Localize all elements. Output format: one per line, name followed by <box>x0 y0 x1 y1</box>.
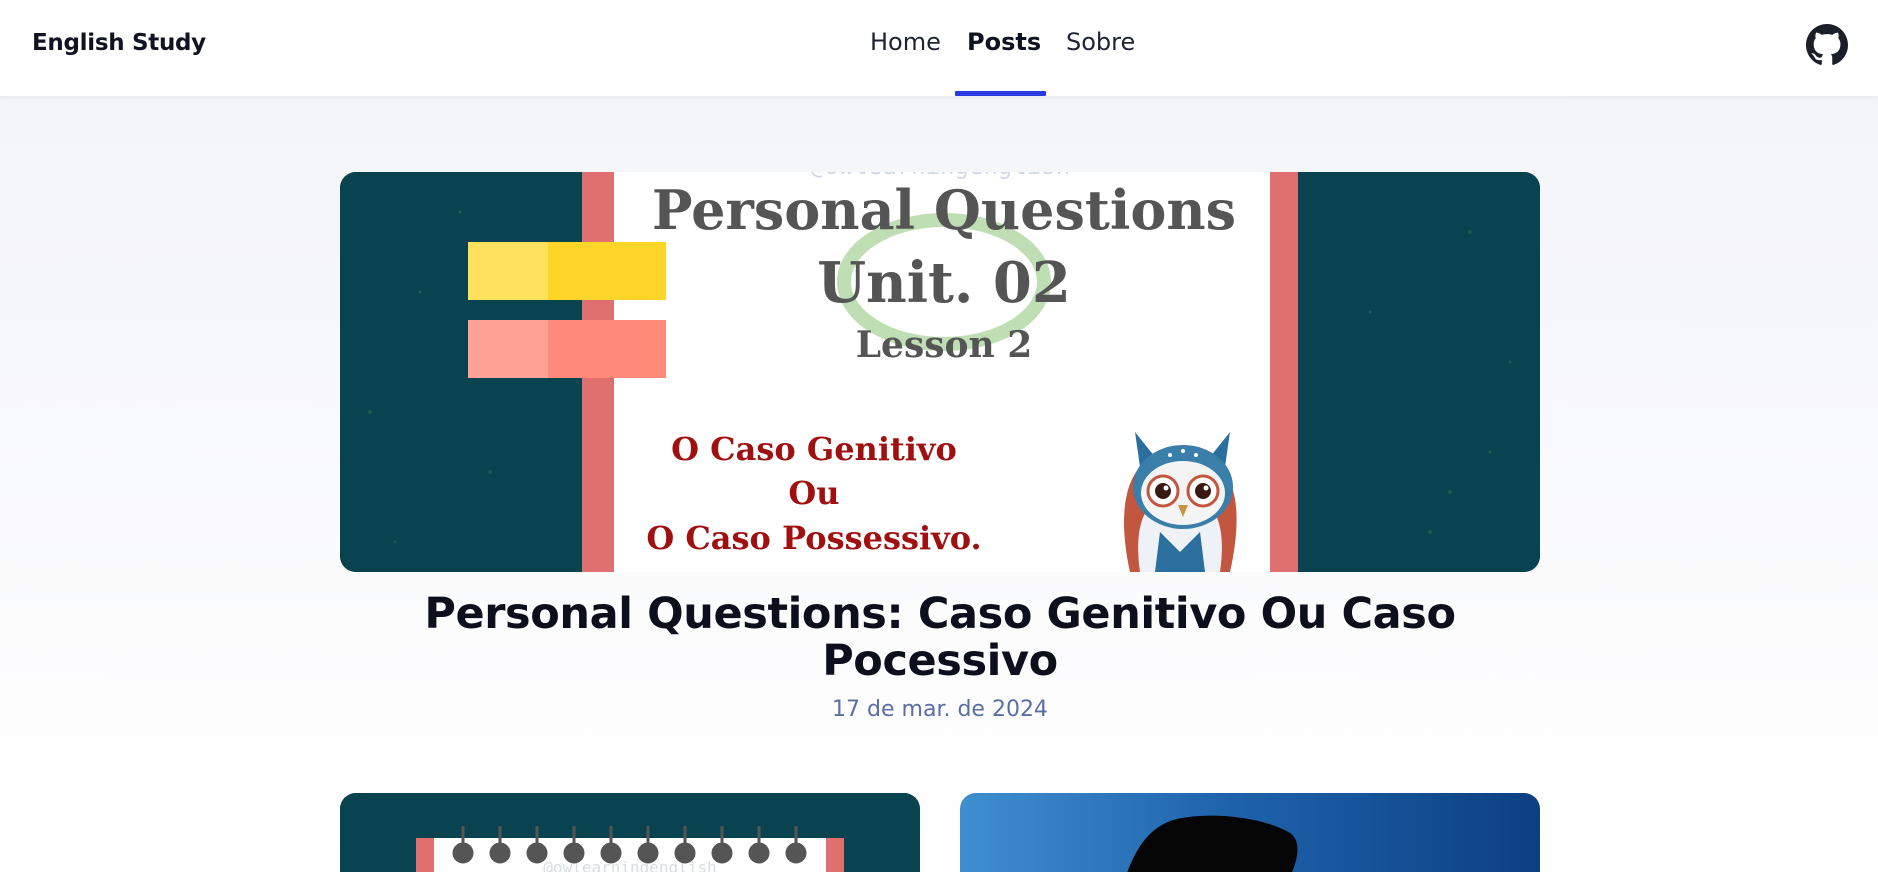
owl-mascot-icon <box>1124 432 1237 572</box>
image-title-line2: Unit. 02 <box>817 250 1071 316</box>
post-card-1-image[interactable]: @owlearningenglish <box>340 793 920 872</box>
image-red-line3: O Caso Possessivo. <box>646 519 981 557</box>
active-nav-indicator <box>955 91 1046 96</box>
image-red-line1: O Caso Genitivo <box>671 430 957 468</box>
github-icon <box>1806 24 1848 65</box>
nav-sobre-link[interactable]: Sobre <box>1066 28 1135 56</box>
image-red-line2: Ou <box>788 474 839 512</box>
main-nav: Home Posts Sobre <box>0 0 1878 97</box>
image-title-line1: Personal Questions <box>652 178 1236 242</box>
featured-post-image[interactable]: @owlearningenglish Personal Questions Un… <box>340 172 1540 572</box>
nav-home-link[interactable]: Home <box>870 28 941 56</box>
github-link[interactable] <box>1806 24 1848 66</box>
featured-post-date: 17 de mar. de 2024 <box>832 697 1048 722</box>
post-card-2-image[interactable] <box>960 793 1540 872</box>
nav-posts-link[interactable]: Posts <box>967 28 1041 56</box>
featured-post-title[interactable]: Personal Questions: Caso Genitivo Ou Cas… <box>340 591 1540 685</box>
image-subtitle: Lesson 2 <box>856 324 1033 366</box>
site-header: English Study Home Posts Sobre <box>0 0 1878 97</box>
silhouette-shape <box>1127 815 1298 872</box>
